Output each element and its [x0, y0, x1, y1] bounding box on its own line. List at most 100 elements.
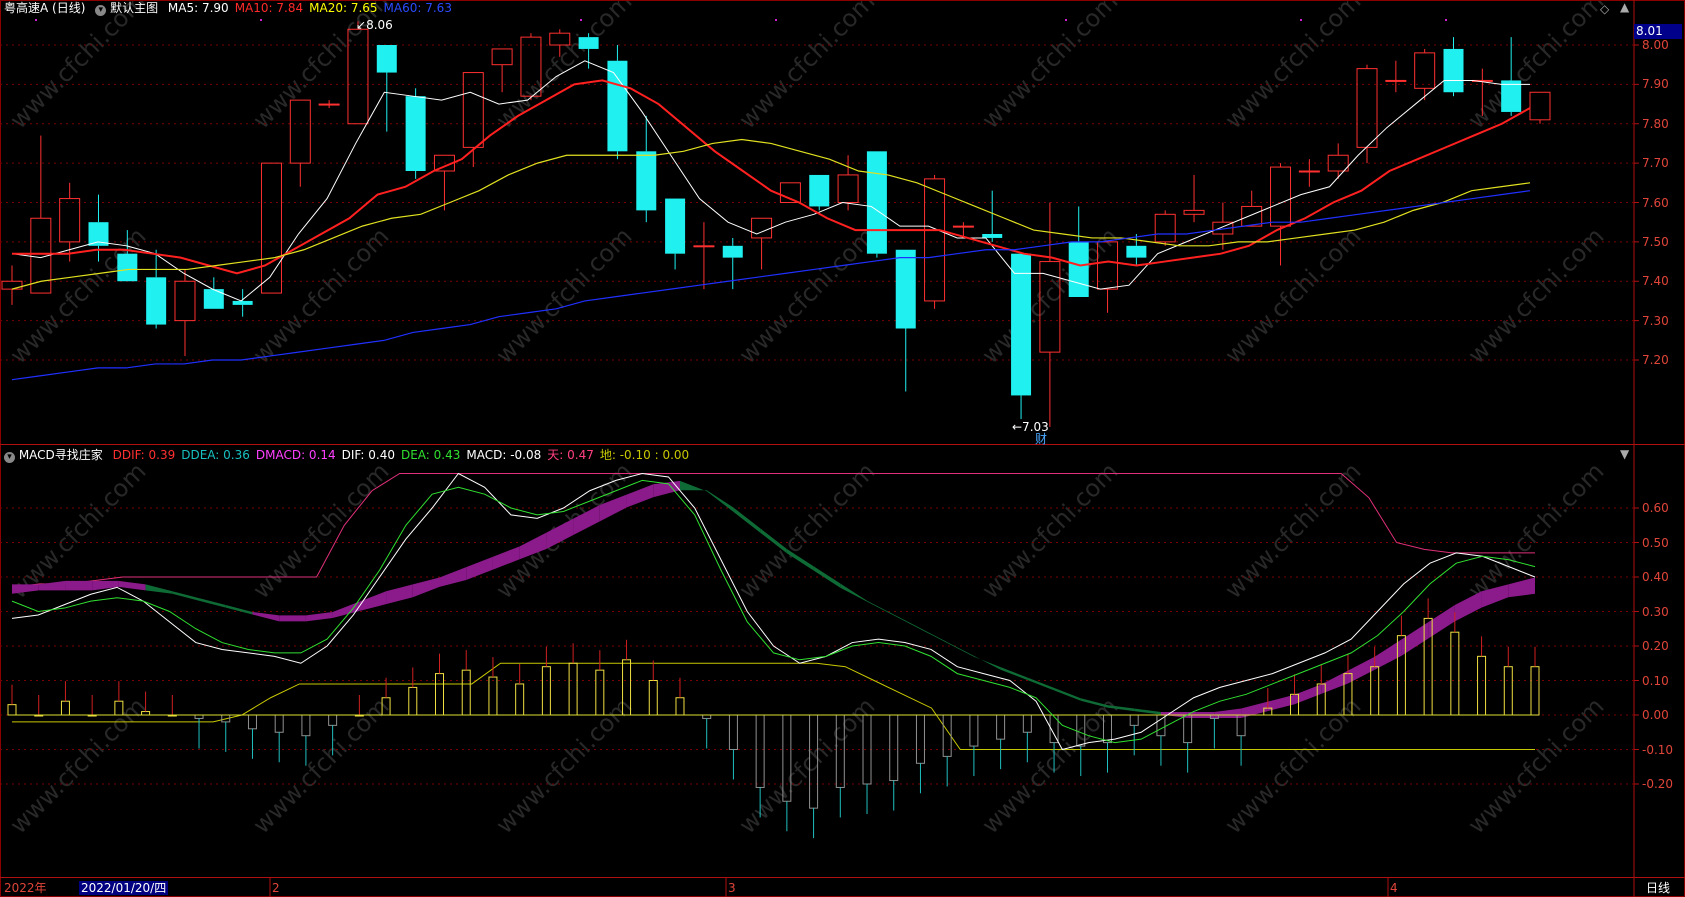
diamond-icon[interactable]: ◇ [1600, 2, 1609, 16]
candle[interactable] [665, 198, 686, 270]
watermark-text: www.cfchi.com [1219, 0, 1366, 134]
candle[interactable] [1270, 163, 1292, 266]
candle-body-down [578, 37, 599, 49]
macd-bar-negative [301, 714, 311, 737]
candle[interactable] [895, 249, 916, 392]
candle[interactable] [693, 222, 715, 290]
scroll-down-icon[interactable]: ▼ [1620, 447, 1629, 461]
candle[interactable] [1241, 190, 1263, 227]
candle[interactable] [924, 174, 946, 309]
candle-body-down [117, 253, 138, 282]
macd-tick-label: 0.50 [1642, 535, 1669, 550]
macd-bar-negative [194, 714, 204, 719]
price-tick-label: 7.70 [1642, 156, 1669, 171]
candle-body-down [665, 198, 686, 254]
candle-body-down [1443, 48, 1464, 93]
candle-body-up [1529, 91, 1551, 121]
candle-body-up [318, 103, 340, 106]
top-dot-marker [260, 19, 262, 21]
watermark-text: www.cfchi.com [976, 457, 1123, 604]
candle[interactable] [1, 265, 23, 305]
candle[interactable] [809, 174, 830, 211]
macd-legend: DDIF: 0.39 DDEA: 0.36 DMACD: 0.14 DIF: 0.40… [107, 448, 690, 462]
candle-body-up [462, 72, 484, 148]
macd-tick-label: 0.00 [1642, 708, 1669, 722]
event-marker[interactable]: 财 [1035, 432, 1047, 446]
candle[interactable] [751, 217, 773, 270]
legend-entry: MACD: -0.08 [466, 448, 542, 462]
candle-body-up [693, 245, 715, 248]
watermark-text: www.cfchi.com [1219, 457, 1366, 604]
watermark-text: www.cfchi.com [4, 222, 151, 369]
macd-tick-label: 0.10 [1642, 673, 1669, 688]
candle[interactable] [636, 115, 657, 223]
year-label: 2022年 [4, 881, 47, 895]
candle-body-up [260, 162, 282, 294]
price-tick-label: 8.00 [1642, 38, 1669, 52]
macd-ribbon-segment [92, 580, 119, 591]
macd-bar-negative [996, 714, 1006, 740]
candle[interactable] [1183, 174, 1205, 223]
month-label: 2 [272, 881, 280, 895]
candle[interactable] [1154, 210, 1176, 246]
main-chart-menu[interactable]: 默认主图 [110, 1, 158, 15]
macd-ribbon-segment [279, 615, 306, 622]
menu-chevron-icon[interactable]: ▾ [95, 5, 107, 16]
indicator-name[interactable]: MACD寻找庄家 [19, 448, 103, 462]
candle[interactable] [1414, 48, 1436, 101]
candle[interactable] [146, 249, 167, 329]
candle[interactable] [260, 162, 282, 294]
macd-bar-negative [755, 714, 765, 788]
macd-ribbon-segment [867, 600, 894, 616]
candle[interactable] [30, 135, 52, 294]
candle-body-up [1298, 170, 1320, 173]
candle-body-up [952, 225, 974, 228]
candle[interactable] [607, 45, 628, 160]
macd-ribbon-segment [172, 591, 200, 601]
macd-ribbon-segment [118, 580, 146, 591]
candle[interactable] [318, 100, 340, 108]
candle[interactable] [405, 88, 426, 179]
macd-bar-negative [274, 714, 284, 733]
candle-body-up [1356, 68, 1378, 148]
candle-body-down [232, 300, 253, 305]
macd-ribbon-segment [626, 484, 654, 508]
stock-name[interactable]: 粤高速A [4, 1, 48, 15]
candle-body-down [1068, 241, 1089, 297]
candle[interactable] [1529, 91, 1551, 124]
candle[interactable] [376, 45, 397, 132]
candle[interactable] [174, 269, 196, 357]
candle[interactable] [866, 151, 887, 258]
period-switch[interactable]: 日线 [1646, 881, 1670, 895]
candle[interactable] [1385, 60, 1407, 93]
legend-entry: DMACD: 0.14 [255, 448, 336, 462]
candle[interactable] [491, 48, 513, 93]
candle[interactable] [1327, 143, 1349, 179]
candle[interactable] [289, 99, 311, 187]
macd-bar-positive [541, 666, 551, 716]
candle[interactable] [1011, 253, 1032, 420]
candle[interactable] [1356, 64, 1378, 164]
macd-ribbon-segment [947, 642, 974, 657]
watermark-text: www.cfchi.com [4, 692, 151, 839]
macd-bar-negative [969, 714, 979, 747]
macd-tick-label: 0.20 [1642, 639, 1669, 653]
scroll-up-icon[interactable]: ▲ [1620, 0, 1629, 14]
candle[interactable] [1443, 37, 1464, 97]
macd-ribbon-segment [1134, 708, 1161, 715]
price-tick-label: 7.90 [1642, 77, 1669, 92]
price-tick-label: 7.60 [1642, 195, 1669, 210]
watermark-text: www.cfchi.com [247, 222, 394, 369]
watermark-text: www.cfchi.com [247, 692, 394, 839]
candle[interactable] [462, 72, 484, 168]
candle-body-up [1, 280, 23, 290]
header-bar: 粤高速A (日线) ▾ 默认主图 MA5: 7.90 MA10: 7.84 MA20… [4, 1, 452, 16]
watermark-text: www.cfchi.com [976, 692, 1123, 839]
candle[interactable] [232, 289, 253, 317]
macd-tick-label: 0.30 [1642, 604, 1669, 619]
indicator-menu-icon[interactable]: ▾ [4, 452, 15, 463]
legend-entry: 地: -0.10 : 0.00 [599, 448, 690, 462]
candle-body-up [491, 48, 513, 66]
watermark-text: www.cfchi.com [1462, 457, 1609, 604]
macd-ribbon-segment [305, 611, 333, 622]
